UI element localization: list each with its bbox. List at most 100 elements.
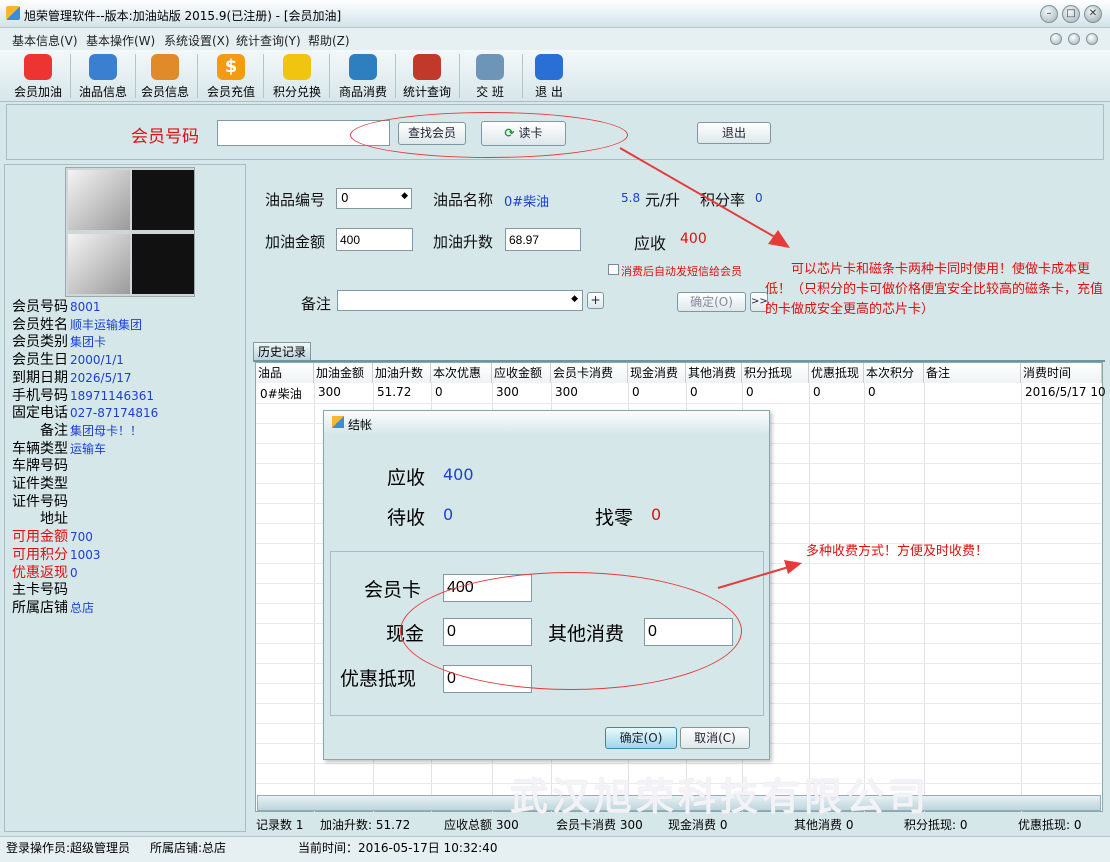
menu-basic-info[interactable]: 基本信息(V) [12,32,78,49]
column-header[interactable]: 其他消费 [686,363,742,383]
member-field-row: 到期日期 2026/5/17 [12,370,132,387]
column-header[interactable]: 加油金额 [314,363,373,383]
menu-settings[interactable]: 系统设置(X) [164,32,230,49]
member-field-label: 固定电话 [12,405,68,422]
column-header[interactable]: 积分抵现 [742,363,809,383]
member-field-row: 优惠返现 0 [12,565,78,582]
member-field-label: 车辆类型 [12,440,68,457]
close-button[interactable]: ✕ [1084,5,1102,23]
table-cell: 0 [632,385,640,399]
sms-checkbox[interactable] [608,264,619,275]
menu-basic-ops[interactable]: 基本操作(W) [86,32,155,49]
grid-line [1021,383,1022,813]
toolbar-button-8[interactable]: 交 班 [458,52,522,100]
note-label: 备注 [301,295,332,313]
mdi-restore-button[interactable] [1068,33,1080,45]
member-field-label: 到期日期 [12,369,68,386]
column-header[interactable]: 消费时间 [1021,363,1102,383]
fuel-liters-input[interactable] [505,228,581,251]
toolbar-button-2[interactable]: 油品信息 [71,52,135,100]
column-header[interactable]: 会员卡消费 [551,363,628,383]
member-field-row: 地址 [12,511,70,528]
toolbar-button-3[interactable]: 会员信息 [133,52,197,100]
member-field-label: 可用积分 [12,546,68,563]
annotation-arrow-card [619,147,790,248]
toolbar-button-7[interactable]: 统计查询 [395,52,459,100]
toolbar-button-5[interactable]: 积分兑换 [265,52,329,100]
fuel-code-select[interactable]: 0 ◆ [336,188,412,209]
member-field-value: 顺丰运输集团 [70,317,143,332]
toolbar-label: 交 班 [476,85,504,99]
summary-item: 现金消费 0 [668,818,728,832]
toolbar-button-9[interactable]: 退 出 [517,52,581,100]
toolbar-button-6[interactable]: 商品消费 [331,52,395,100]
member-field-label: 备注 [12,422,68,439]
fuel-code-value: 0 [341,191,349,205]
toolbar-button-4[interactable]: $ 会员充值 [199,52,263,100]
column-header[interactable]: 油品 [256,363,314,383]
member-field-row: 会员姓名 顺丰运输集团 [12,317,142,334]
grid-line [256,403,1102,404]
toolbar-label: 退 出 [535,85,563,99]
dialog-change-value: 0 [651,505,662,524]
member-number-label: 会员号码 [131,127,199,147]
table-cell: 300 [555,385,578,399]
column-header[interactable]: 加油升数 [373,363,431,383]
dialog-due-label: 应收 [387,467,426,489]
member-field-label: 所属店铺 [12,599,68,616]
member-field-value: 2026/5/17 [70,370,132,385]
member-field-row: 所属店铺 总店 [12,600,94,617]
menu-help[interactable]: 帮助(Z) [308,32,350,49]
member-field-label: 会员类别 [12,334,68,351]
toolbar-label: 会员信息 [140,85,189,99]
menu-stats[interactable]: 统计查询(Y) [236,32,301,49]
minimize-button[interactable]: – [1040,5,1058,23]
table-cell: 0 [868,385,876,399]
member-field-row: 备注 集团母卡！！ [12,423,142,440]
tab-history[interactable]: 历史记录 [253,342,311,361]
member-field-row: 证件类型 [12,476,70,493]
mdi-close-button[interactable] [1086,33,1098,45]
member-field-value: 0 [70,565,78,580]
toolbar-button-1[interactable]: 会员加油 [6,52,70,100]
member-field-label: 证件类型 [12,476,68,492]
column-header[interactable]: 本次积分 [864,363,924,383]
fuel-name-label: 油品名称 [433,191,494,209]
member-field-row: 手机号码 18971146361 [12,388,154,405]
member-field-value: 集团卡 [70,335,107,350]
column-header[interactable]: 应收金额 [492,363,551,383]
mdi-minimize-button[interactable] [1050,33,1062,45]
toolbar-label: 会员加油 [13,85,62,99]
fuel-amount-label: 加油金额 [265,233,326,251]
member-field-value: 027-87174816 [70,406,159,421]
note-input[interactable]: ◆ [337,290,583,311]
toolbar-separator [263,54,264,98]
member-field-row: 车辆类型 运输车 [12,441,106,458]
status-operator: 登录操作员:超级管理员 [6,841,131,855]
fuel-icon [89,54,117,80]
column-header[interactable]: 优惠抵现 [809,363,864,383]
column-header[interactable]: 现金消费 [628,363,686,383]
member-field-value: 1003 [70,547,101,562]
title-bar: 旭荣管理软件--版本:加油站版 2015.9(已注册) - [会员加油] – □… [0,0,1110,28]
fuel-amount-input[interactable] [336,228,413,251]
confirm-fuel-button[interactable]: 确定(O) [677,292,746,312]
column-header[interactable]: 本次优惠 [431,363,492,383]
maximize-button[interactable]: □ [1062,5,1080,23]
add-note-button[interactable]: + [587,292,604,309]
window-title: 旭荣管理软件--版本:加油站版 2015.9(已注册) - [会员加油] [24,9,342,23]
member-field-label: 会员生日 [12,352,68,369]
status-shop: 所属店铺:总店 [150,841,227,855]
grid-line [809,383,810,813]
column-header[interactable]: 备注 [924,363,1021,383]
toolbar-label: 统计查询 [402,85,451,99]
toolbar-label: 商品消费 [338,85,387,99]
dialog-due-value: 400 [443,465,474,484]
dialog-cancel-button[interactable]: 取消(C) [680,727,750,749]
dialog-change-label: 找零 [595,507,634,529]
toolbar-label: 油品信息 [78,85,127,99]
app-icon [332,416,344,428]
member-field-label: 主卡号码 [12,582,68,599]
member-field-value: 8001 [70,300,101,314]
dialog-ok-button[interactable]: 确定(O) [605,727,677,749]
